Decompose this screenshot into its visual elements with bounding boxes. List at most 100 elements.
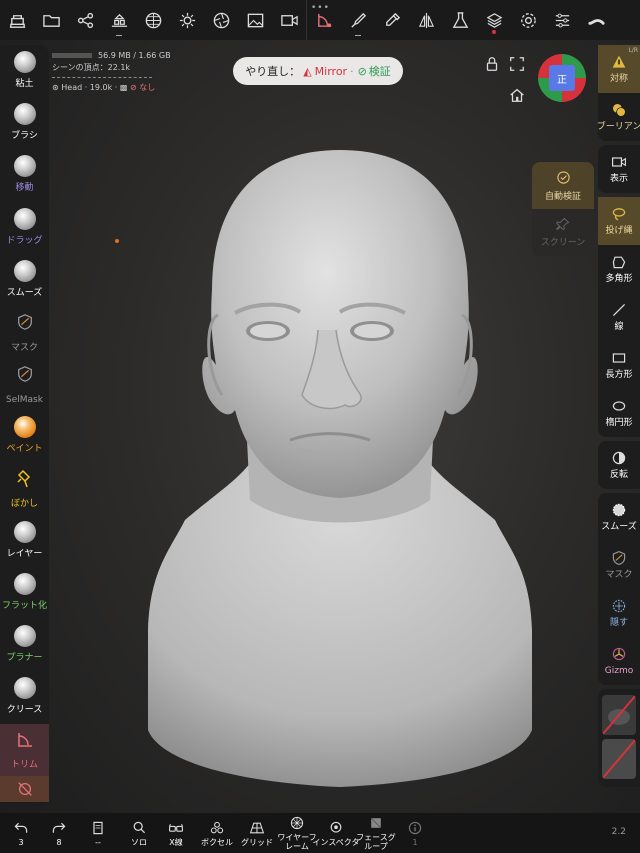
mask-shield-icon <box>16 306 34 343</box>
facegroup-icon <box>370 817 382 829</box>
quick-group: スムーズ マスク 隠す Gizmo <box>598 493 640 685</box>
screen-button[interactable]: スクリーン <box>532 209 594 256</box>
symmetry-button[interactable]: L/R 対称 <box>598 45 640 93</box>
symmetry-label: 対称 <box>609 73 628 84</box>
tool-drag[interactable]: ドラッグ <box>0 202 49 254</box>
invert-button[interactable]: 反転 <box>598 441 640 489</box>
flask-icon[interactable] <box>443 0 477 40</box>
wireframe-button[interactable]: ワイヤーフレーム <box>276 813 318 853</box>
polygon-button[interactable]: 多角形 <box>598 245 640 293</box>
tool-flatten[interactable]: フラット化 <box>0 567 49 619</box>
brush-icon[interactable] <box>341 0 375 40</box>
sun-icon[interactable] <box>170 0 204 40</box>
boolean-button[interactable]: ブーリアン <box>597 93 640 141</box>
share-nodes-icon[interactable] <box>68 0 102 40</box>
picker-icon[interactable] <box>375 0 409 40</box>
tool-brush-label: ブラシ <box>11 131 38 142</box>
facegroup-button[interactable]: フェースグループ <box>356 813 396 853</box>
redo-button[interactable]: 8 <box>48 813 70 853</box>
boolean-icon <box>613 103 626 117</box>
material-slot-1[interactable] <box>602 695 636 735</box>
lasso-button[interactable]: 投げ縄 <box>598 197 640 245</box>
polygon-label: 多角形 <box>605 273 633 284</box>
drag-handle-icon[interactable]: ••• <box>311 3 330 13</box>
redo-mirror-pill[interactable]: やり直し： ◭ Mirror · ⊘ 検証 <box>233 57 403 85</box>
tool-brush[interactable]: ブラシ <box>0 97 49 149</box>
home-icon[interactable] <box>508 86 526 104</box>
tool-blur[interactable]: ぼかし <box>0 463 49 515</box>
trim-icon <box>15 724 35 760</box>
tool-planar[interactable]: プラナー <box>0 619 49 671</box>
wireframe-icon <box>290 816 304 830</box>
rectangle-button[interactable]: 長方形 <box>598 341 640 389</box>
gizmo-button[interactable]: Gizmo <box>598 637 640 685</box>
tool-layer-label: レイヤー <box>6 548 43 559</box>
facegroup-label: フェースグループ <box>356 833 396 851</box>
display-button[interactable]: 表示 <box>598 145 640 193</box>
gallery-icon[interactable] <box>0 0 34 40</box>
redo-icon <box>52 822 66 833</box>
paint-stroke-icon[interactable] <box>579 0 613 40</box>
verify-label: 検証 <box>368 65 391 78</box>
symmetry-icon[interactable] <box>409 0 443 40</box>
fullscreen-icon[interactable] <box>508 55 526 73</box>
ellipse-icon <box>612 400 626 411</box>
hide-button[interactable]: 隠す <box>598 589 640 637</box>
tool-paint[interactable]: ペイント <box>0 410 49 462</box>
mesh-stats: · 19.0k · <box>84 83 118 92</box>
lock-icon[interactable] <box>483 55 501 73</box>
voxel-button[interactable]: ボクセル <box>198 813 236 853</box>
info-button[interactable]: 1 <box>404 813 426 853</box>
tool-clay[interactable]: 粘土 <box>0 45 49 97</box>
right-smooth-button[interactable]: スムーズ <box>598 493 640 541</box>
tool-extra[interactable] <box>0 775 49 802</box>
line-icon <box>612 303 626 316</box>
tool-trim[interactable]: トリム <box>0 723 49 776</box>
auto-verify-button[interactable]: 自動検証 <box>532 162 594 209</box>
line-button[interactable]: 線 <box>598 293 640 341</box>
book-button[interactable]: -- <box>86 813 110 853</box>
pill-separator: · <box>350 64 354 78</box>
check-circle-icon: ⊘ <box>357 64 367 78</box>
video-icon[interactable] <box>272 0 306 40</box>
app-version: 2.2 <box>611 827 626 837</box>
stack-icon[interactable] <box>102 0 136 40</box>
material-slot-2[interactable] <box>602 739 636 779</box>
folder-icon[interactable] <box>34 0 68 40</box>
ellipse-button[interactable]: 楕円形 <box>598 389 640 437</box>
auto-verify-label: 自動検証 <box>544 191 581 202</box>
grid-button[interactable]: グリッド <box>239 813 275 853</box>
xray-button[interactable]: X線 <box>163 813 189 853</box>
voxel-icon <box>210 821 224 833</box>
tool-selmask[interactable]: SelMask <box>0 358 49 410</box>
tool-smooth[interactable]: スムーズ <box>0 254 49 306</box>
tool-move-label: 移動 <box>15 183 34 194</box>
tool-flatten-label: フラット化 <box>1 601 47 611</box>
tool-layer[interactable]: レイヤー <box>0 515 49 567</box>
gear-icon[interactable] <box>511 0 545 40</box>
redo-prefix: やり直し： <box>245 65 301 78</box>
grid-sphere-icon[interactable] <box>136 0 170 40</box>
tool-mask[interactable]: マスク <box>0 306 49 358</box>
screen-label: スクリーン <box>540 238 586 248</box>
aperture-icon[interactable] <box>204 0 238 40</box>
gizmo-icon <box>612 647 626 660</box>
head-model[interactable] <box>140 150 540 795</box>
tool-crease[interactable]: クリース <box>0 671 49 723</box>
solo-button[interactable]: ソロ <box>126 813 152 853</box>
sliders-icon[interactable] <box>545 0 579 40</box>
image-icon[interactable] <box>238 0 272 40</box>
right-mask-button[interactable]: マスク <box>598 541 640 589</box>
tool-move[interactable]: 移動 <box>0 149 49 201</box>
inspector-button[interactable]: インスペクタ <box>313 813 359 853</box>
right-tool-panel: L/R 対称 ブーリアン 表示 投げ縄 多角形 線 長方形 楕円形 反転 スムー… <box>597 45 640 791</box>
layers-icon[interactable] <box>477 0 511 40</box>
mesh-row[interactable]: ⊛ Head · 19.0k · ▩ ⊘ なし <box>52 82 171 94</box>
drag-ball-icon <box>13 207 36 230</box>
grid-label: グリッド <box>241 837 273 847</box>
pivot-dot <box>115 239 119 243</box>
undo-button[interactable]: 3 <box>10 813 32 853</box>
view-cube[interactable]: 正 <box>537 53 587 103</box>
no-symbol-icon: ⊘ <box>130 83 137 92</box>
mesh-name: Head <box>61 83 83 92</box>
